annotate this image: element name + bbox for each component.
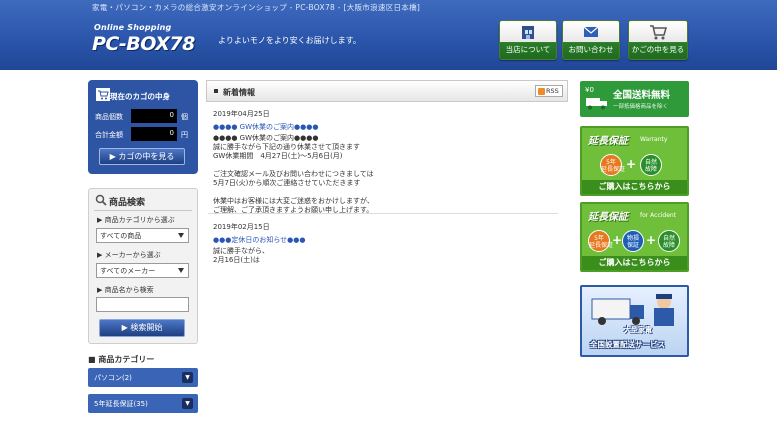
truck-icon (586, 98, 607, 110)
news-link[interactable]: ●●●定休日のお知らせ●●● (213, 235, 306, 245)
news-date: 2019年04月25日 (213, 110, 270, 118)
warranty-buy-label: ご購入はこちらから (582, 256, 687, 270)
yen-label: ¥0 (585, 86, 594, 94)
free-shipping-note: 一部抵価格商品を除く (613, 104, 669, 110)
search-title: 商品検索 (109, 198, 146, 208)
cart-count-value: 0 (131, 109, 177, 123)
search-input[interactable] (96, 297, 189, 312)
cart-title: 現在のカゴの中身 (110, 92, 170, 101)
header-tagline: 家電・パソコン・カメラの総合激安オンラインショップ - PC-BOX78 - [… (92, 3, 421, 12)
cart-total-unit: 円 (181, 131, 188, 139)
warranty-title: 延長保証 (588, 136, 628, 147)
free-shipping-banner[interactable]: ¥0 全国送料無料 一部抵価格商品を除く (580, 81, 689, 117)
bullet-icon (214, 89, 218, 93)
mail-icon (583, 26, 599, 37)
cart-count-label: 商品個数 (95, 113, 123, 121)
delivery-line1: 大型家電 (624, 326, 652, 334)
view-cart-label: かごの中を見る (631, 45, 685, 54)
cart-total-value: 0 (131, 127, 177, 141)
damage-badge: 物損 保証 (622, 230, 644, 252)
contact-label: お問い合わせ (568, 45, 614, 54)
chevron-down-icon: ▼ (182, 398, 193, 409)
cart-total-label: 合計金額 (95, 131, 123, 139)
about-button[interactable]: 当店について (499, 20, 557, 60)
category-select-label: ▶ 商品カテゴリから選ぶ (97, 216, 175, 224)
view-cart-sidebar-button[interactable]: ▶ カゴの中を見る (99, 148, 185, 165)
view-cart-sidebar-label: カゴの中を見る (118, 152, 175, 161)
warranty-title: 延長保証 (588, 212, 628, 223)
cart-icon (650, 25, 667, 40)
warranty-5year-badge: 5年 延長保証 (600, 154, 625, 176)
maker-select[interactable]: すべてのメーカー (96, 263, 189, 278)
search-submit-label: 検索開始 (130, 323, 163, 332)
logo-text: PC-BOX78 (92, 33, 195, 55)
news-link[interactable]: ●●●● GW休業のご案内●●●● (213, 122, 318, 132)
natural-failure-badge: 自然 故障 (640, 154, 662, 176)
cart-summary: 現在のカゴの中身 商品個数 0 個 合計金額 0 円 ▶ カゴの中を見る (88, 80, 198, 174)
logo-subtitle: Online Shopping (94, 23, 172, 32)
natural-failure-badge: 自然 故障 (658, 230, 680, 252)
name-search-label: ▶ 商品名から検索 (97, 286, 154, 294)
product-search: 商品検索 ▶ 商品カテゴリから選ぶ すべての商品 ▶ メーカーから選ぶ すべての… (88, 188, 198, 344)
free-shipping-title: 全国送料無料 (613, 90, 671, 101)
category-select[interactable]: すべての商品 (96, 228, 189, 243)
plus-icon: + (626, 157, 637, 171)
news-body: 誠に勝手ながら、 2月16日(土)は (213, 247, 269, 264)
news-divider (208, 213, 558, 214)
rss-button[interactable]: RSS (535, 85, 563, 97)
about-label: 当店について (505, 45, 551, 54)
site-logo[interactable]: Online Shopping PC-BOX78 (92, 23, 212, 55)
search-submit-button[interactable]: ▶ 検索開始 (99, 319, 185, 337)
chevron-down-icon (178, 233, 184, 238)
warranty-subtitle: for Accident (640, 212, 677, 219)
cart-icon (96, 88, 110, 101)
news-header: 新着情報 RSS (206, 80, 568, 102)
category-item-pc[interactable]: パソコン(2) ▼ (88, 368, 198, 387)
chevron-down-icon: ▼ (182, 372, 193, 383)
accident-warranty-banner[interactable]: 延長保証 for Accident 5年 延長保証 + 物損 保証 + 自然 故… (580, 202, 689, 272)
chevron-down-icon (178, 268, 184, 273)
delivery-truck-image (591, 294, 674, 326)
category-item-label: パソコン(2) (94, 374, 132, 382)
site-header: 家電・パソコン・カメラの総合激安オンラインショップ - PC-BOX78 - [… (0, 0, 777, 70)
plus-icon: + (612, 233, 623, 247)
contact-button[interactable]: お問い合わせ (562, 20, 620, 60)
search-divider (94, 210, 192, 211)
delivery-line2: 全国設置配送サービス (590, 340, 665, 349)
rss-icon (538, 88, 545, 95)
view-cart-button[interactable]: かごの中を見る (628, 20, 688, 60)
category-item-label: 5年延長保証(35) (94, 400, 148, 408)
maker-select-label: ▶ メーカーから選ぶ (97, 251, 161, 259)
shop-icon (522, 26, 534, 39)
category-item-warranty[interactable]: 5年延長保証(35) ▼ (88, 394, 198, 413)
warranty-banner[interactable]: 延長保証 Warranty 5年 延長保証 + 自然 故障 ご購入はこちらから (580, 126, 689, 196)
plus-icon: + (646, 233, 657, 247)
news-title: 新着情報 (223, 88, 255, 97)
warranty-5year-badge: 5年 延長保証 (588, 230, 613, 252)
warranty-buy-label: ご購入はこちらから (582, 180, 687, 194)
news-body: ●●●● GW休業のご案内●●●● 誠に勝手ながら下記の通り休業させて頂きます … (213, 134, 374, 214)
delivery-service-banner[interactable]: 大型家電 全国設置配送サービス (580, 285, 689, 357)
category-list-title: ■ 商品カテゴリー (88, 355, 155, 364)
cart-count-unit: 個 (181, 113, 188, 121)
news-date: 2019年02月15日 (213, 223, 270, 231)
header-slogan: よりよいモノをより安くお届けします。 (218, 36, 361, 45)
warranty-subtitle: Warranty (640, 136, 668, 143)
search-icon (95, 194, 107, 206)
